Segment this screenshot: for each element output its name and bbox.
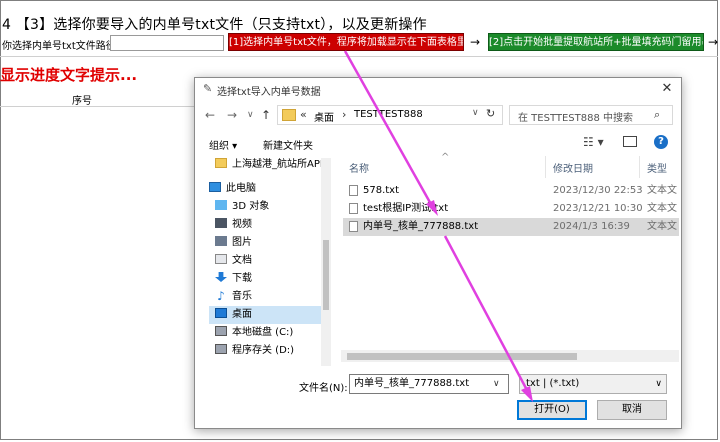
arrowhead-icon [426, 200, 438, 216]
arrowhead-icon [521, 386, 533, 402]
annotation-arrow-to-file [343, 50, 434, 207]
annotation-arrow-to-open [443, 235, 530, 393]
annotation-arrows [343, 50, 533, 402]
